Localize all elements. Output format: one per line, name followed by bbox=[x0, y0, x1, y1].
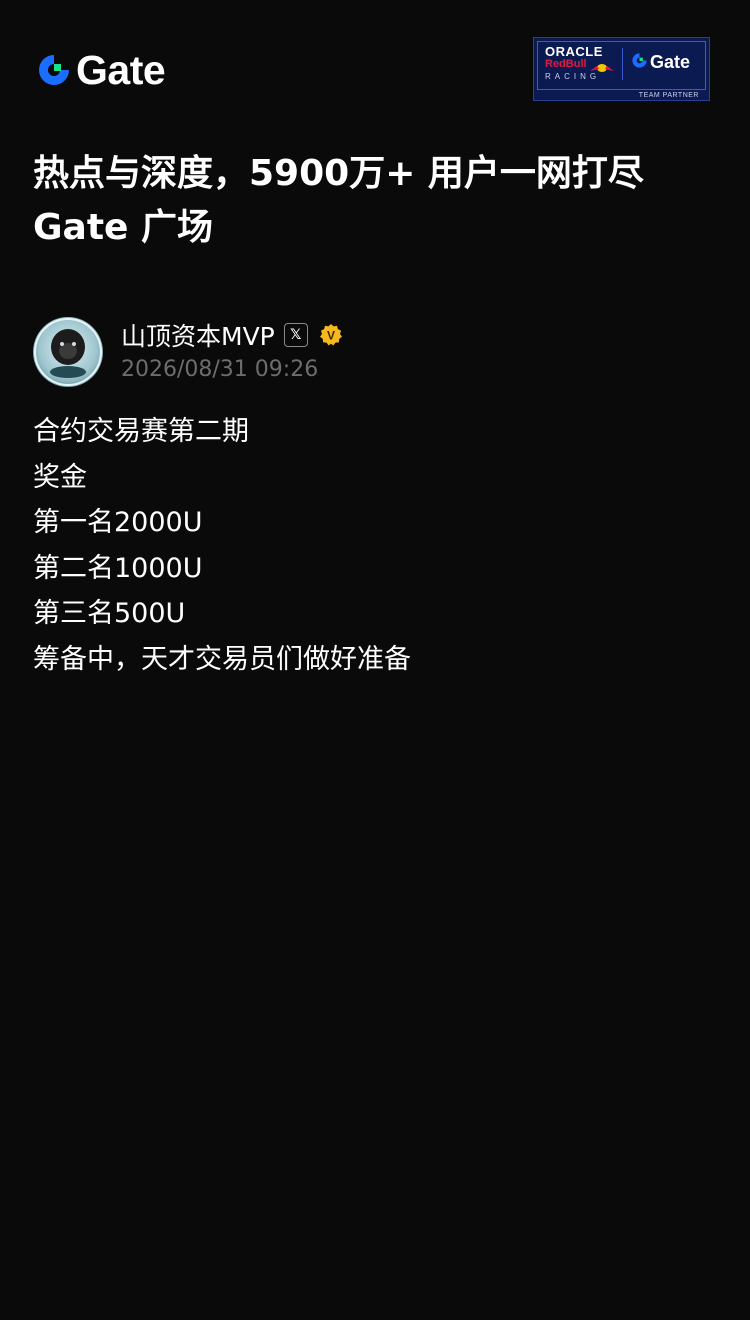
gate-logo[interactable]: Gate bbox=[36, 47, 166, 93]
verified-badge-icon: V bbox=[319, 323, 343, 347]
page-headline: 热点与深度，5900万+ 用户一网打尽 Gate 广场 bbox=[33, 147, 723, 255]
team-partner-badge: ORACLE RedBull RACING Gate TEAM PARTNER bbox=[533, 37, 710, 101]
logo-text: Gate bbox=[76, 47, 166, 93]
post-line: 合约交易赛第二期 bbox=[33, 416, 249, 447]
badge-gate-text: Gate bbox=[650, 52, 691, 72]
racing-text: RACING bbox=[545, 72, 601, 81]
post-content: 合约交易赛第二期 奖金 第一名2000U 第二名1000U 第三名500U 筹备… bbox=[33, 409, 723, 682]
badge-divider bbox=[622, 48, 623, 80]
post-line: 第三名500U bbox=[33, 598, 186, 629]
avatar[interactable] bbox=[33, 317, 103, 387]
oracle-text: ORACLE bbox=[545, 44, 603, 59]
author-name[interactable]: 山顶资本MVP bbox=[121, 317, 275, 353]
post-line: 第二名1000U bbox=[33, 552, 203, 584]
redbull-text: RedBull bbox=[545, 58, 587, 70]
badge-gate-logo: Gate bbox=[631, 52, 690, 73]
post-line: 第一名2000U bbox=[33, 507, 203, 538]
post-line: 筹备中，天才交易员们做好准备 bbox=[33, 643, 411, 675]
gate-logo-icon bbox=[36, 52, 72, 88]
gate-small-logo-icon bbox=[631, 52, 648, 73]
post-line: 奖金 bbox=[33, 461, 87, 493]
author-name-row: 山顶资本MVP 𝕏 V bbox=[121, 317, 343, 353]
headline-line-1: 热点与深度，5900万+ 用户一网打尽 bbox=[33, 153, 644, 194]
team-partner-text: TEAM PARTNER bbox=[638, 92, 699, 99]
top-header: Gate ORACLE RedBull RACING Gate TEAM PAR… bbox=[0, 0, 750, 110]
post-timestamp: 2026/08/31 09:26 bbox=[121, 357, 319, 382]
x-twitter-icon[interactable]: 𝕏 bbox=[283, 323, 308, 347]
headline-line-2: Gate 广场 bbox=[33, 207, 214, 248]
author-block: 山顶资本MVP 𝕏 V 2026/08/31 09:26 bbox=[33, 317, 723, 387]
verified-letter: V bbox=[327, 329, 335, 343]
